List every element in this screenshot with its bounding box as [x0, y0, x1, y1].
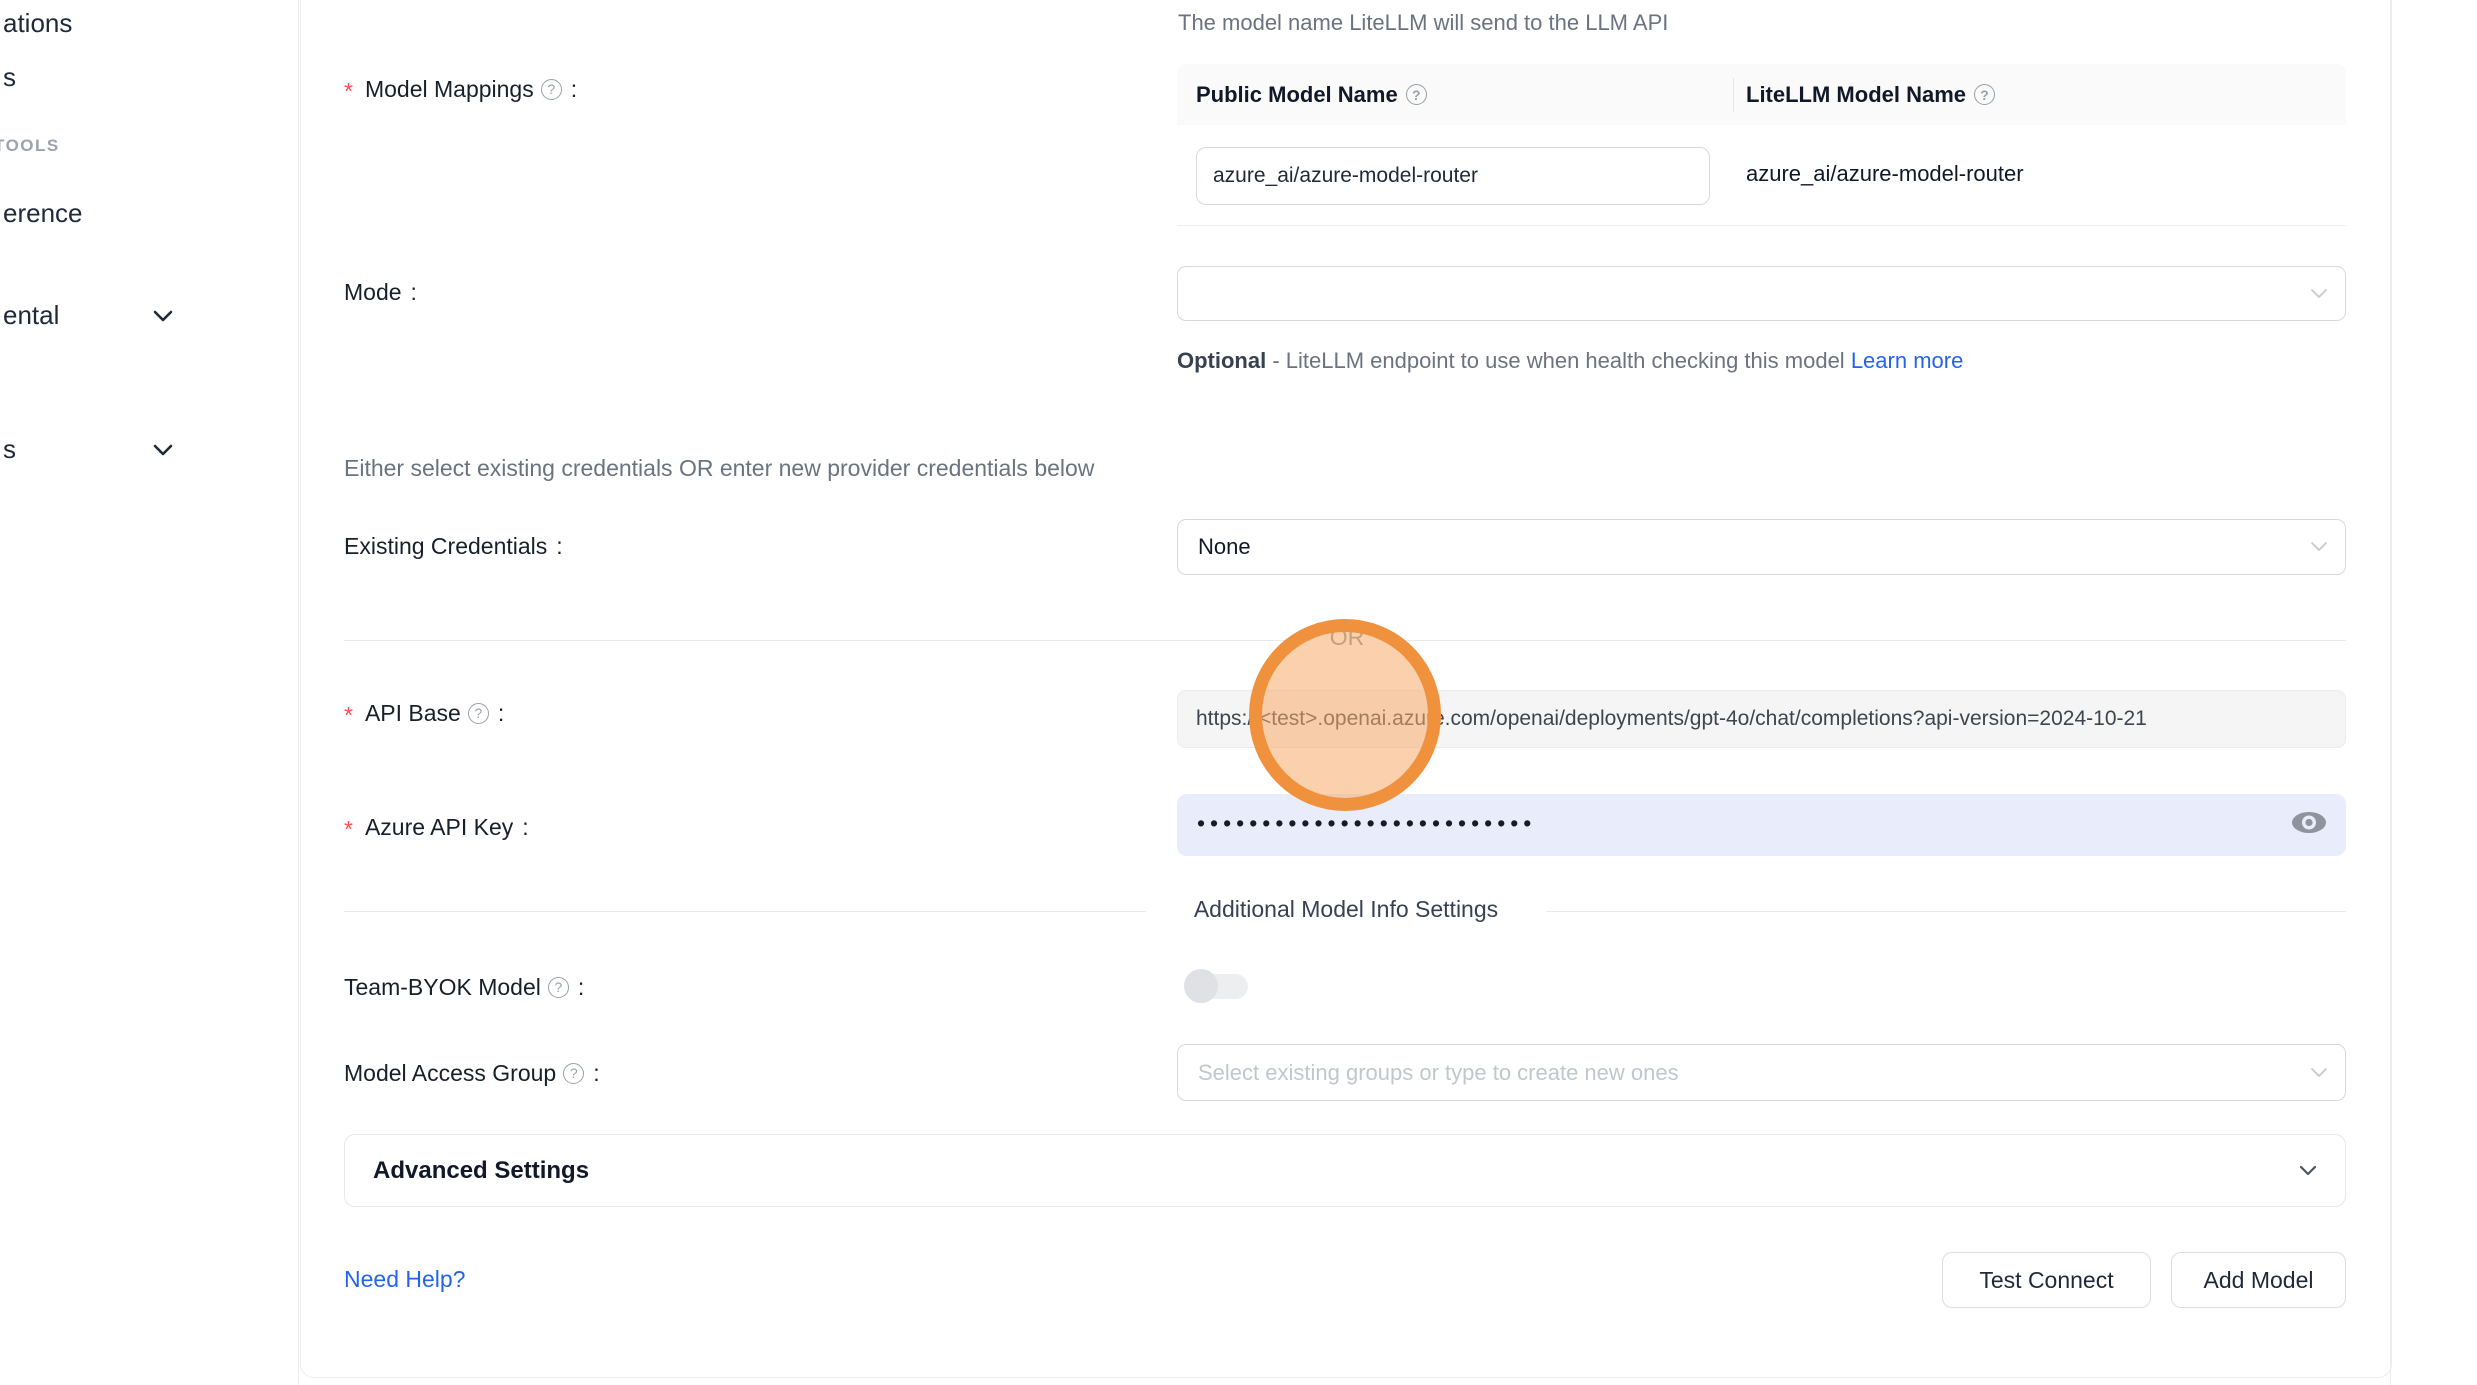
existing-credentials-label: Existing Credentials: — [344, 530, 563, 562]
info-divider-line-right — [1546, 911, 2346, 912]
sidebar: ations s TOOLS erence ental s — [0, 0, 299, 1385]
chevron-down-icon — [2309, 286, 2329, 302]
help-question-icon[interactable] — [1406, 84, 1427, 105]
add-model-form-page: ations s TOOLS erence ental s The model … — [0, 0, 2477, 1385]
mode-help-text: Optional - LiteLLM endpoint to use when … — [1177, 341, 1989, 380]
mode-label: Mode: — [344, 276, 417, 308]
panel-right-edge — [2390, 0, 2391, 1385]
credentials-hint-text: Either select existing credentials OR en… — [344, 455, 1094, 482]
table-header-litellm-model: LiteLLM Model Name — [1746, 82, 1995, 108]
api-base-input[interactable]: https://<test>.openai.azure.com/openai/d… — [1177, 690, 2346, 748]
sidebar-item-label: ental — [3, 300, 59, 330]
chevron-down-icon — [2309, 1065, 2329, 1081]
chevron-down-icon[interactable] — [150, 439, 176, 461]
sidebar-item-5[interactable]: s — [3, 434, 16, 465]
chevron-down-icon[interactable] — [150, 305, 176, 327]
sidebar-item-3[interactable]: erence — [3, 198, 83, 229]
model-mappings-label-text: Model Mappings — [365, 73, 534, 105]
table-column-divider — [1733, 78, 1734, 112]
chevron-down-icon — [2297, 1162, 2319, 1180]
mode-help-body: - LiteLLM endpoint to use when health ch… — [1266, 348, 1851, 373]
test-connect-button[interactable]: Test Connect — [1942, 1252, 2151, 1308]
info-divider-line-left — [344, 911, 1146, 912]
or-divider-line-left — [344, 640, 1311, 641]
public-model-name-input[interactable] — [1196, 147, 1710, 205]
sidebar-item-4[interactable]: ental — [3, 300, 59, 331]
mode-help-optional: Optional — [1177, 348, 1266, 373]
learn-more-link[interactable]: Learn more — [1851, 348, 1964, 373]
sidebar-item-label: s — [3, 62, 16, 92]
litellm-name-help-text: The model name LiteLLM will send to the … — [1178, 10, 1668, 36]
model-access-group-select[interactable]: Select existing groups or type to create… — [1177, 1044, 2346, 1101]
need-help-link[interactable]: Need Help? — [344, 1266, 465, 1293]
model-access-group-placeholder: Select existing groups or type to create… — [1198, 1060, 1679, 1086]
sidebar-item-label: s — [3, 434, 16, 464]
table-header-row: Public Model Name LiteLLM Model Name — [1177, 64, 2346, 125]
label-colon: : — [571, 73, 577, 105]
existing-credentials-select[interactable]: None — [1177, 519, 2346, 575]
toggle-knob — [1184, 969, 1218, 1003]
eye-icon[interactable] — [2290, 808, 2328, 843]
model-mappings-table: Public Model Name LiteLLM Model Name azu… — [1177, 64, 2346, 225]
advanced-settings-panel[interactable]: Advanced Settings — [344, 1134, 2346, 1207]
help-question-icon[interactable] — [468, 703, 489, 724]
or-divider-line-right — [1382, 640, 2346, 641]
help-question-icon[interactable] — [1974, 84, 1995, 105]
chevron-down-icon — [2309, 539, 2329, 555]
sidebar-item-label: ations — [3, 8, 72, 38]
or-divider-text: OR — [1312, 624, 1382, 651]
api-base-value: https://<test>.openai.azure.com/openai/d… — [1196, 707, 2147, 731]
info-divider-text: Additional Model Info Settings — [1146, 896, 1546, 923]
litellm-model-name-value: azure_ai/azure-model-router — [1746, 161, 2024, 187]
sidebar-section-tools: TOOLS — [0, 136, 60, 156]
team-byok-label: Team-BYOK Model : — [344, 971, 584, 1003]
mode-select[interactable] — [1177, 266, 2346, 321]
api-base-label: API Base : — [344, 697, 504, 729]
add-model-button[interactable]: Add Model — [2171, 1252, 2346, 1308]
help-question-icon[interactable] — [548, 977, 569, 998]
model-access-group-label: Model Access Group : — [344, 1057, 600, 1089]
azure-api-key-input[interactable]: •••••••••••••••••••••••••• — [1177, 794, 2346, 856]
azure-api-key-label: Azure API Key: — [344, 811, 529, 843]
sidebar-item-2[interactable]: s — [3, 62, 16, 93]
masked-api-key-value: •••••••••••••••••••••••••• — [1197, 810, 1536, 837]
help-question-icon[interactable] — [563, 1063, 584, 1084]
advanced-settings-label: Advanced Settings — [373, 1157, 589, 1185]
model-mappings-label: Model Mappings : — [344, 73, 577, 105]
existing-credentials-value: None — [1198, 534, 1251, 560]
help-question-icon[interactable] — [541, 79, 562, 100]
table-header-public-model: Public Model Name — [1196, 82, 1716, 108]
table-bottom-border — [1177, 225, 2346, 226]
sidebar-item-1[interactable]: ations — [3, 8, 72, 39]
team-byok-toggle[interactable] — [1186, 973, 1248, 1000]
sidebar-item-label: erence — [3, 198, 83, 228]
